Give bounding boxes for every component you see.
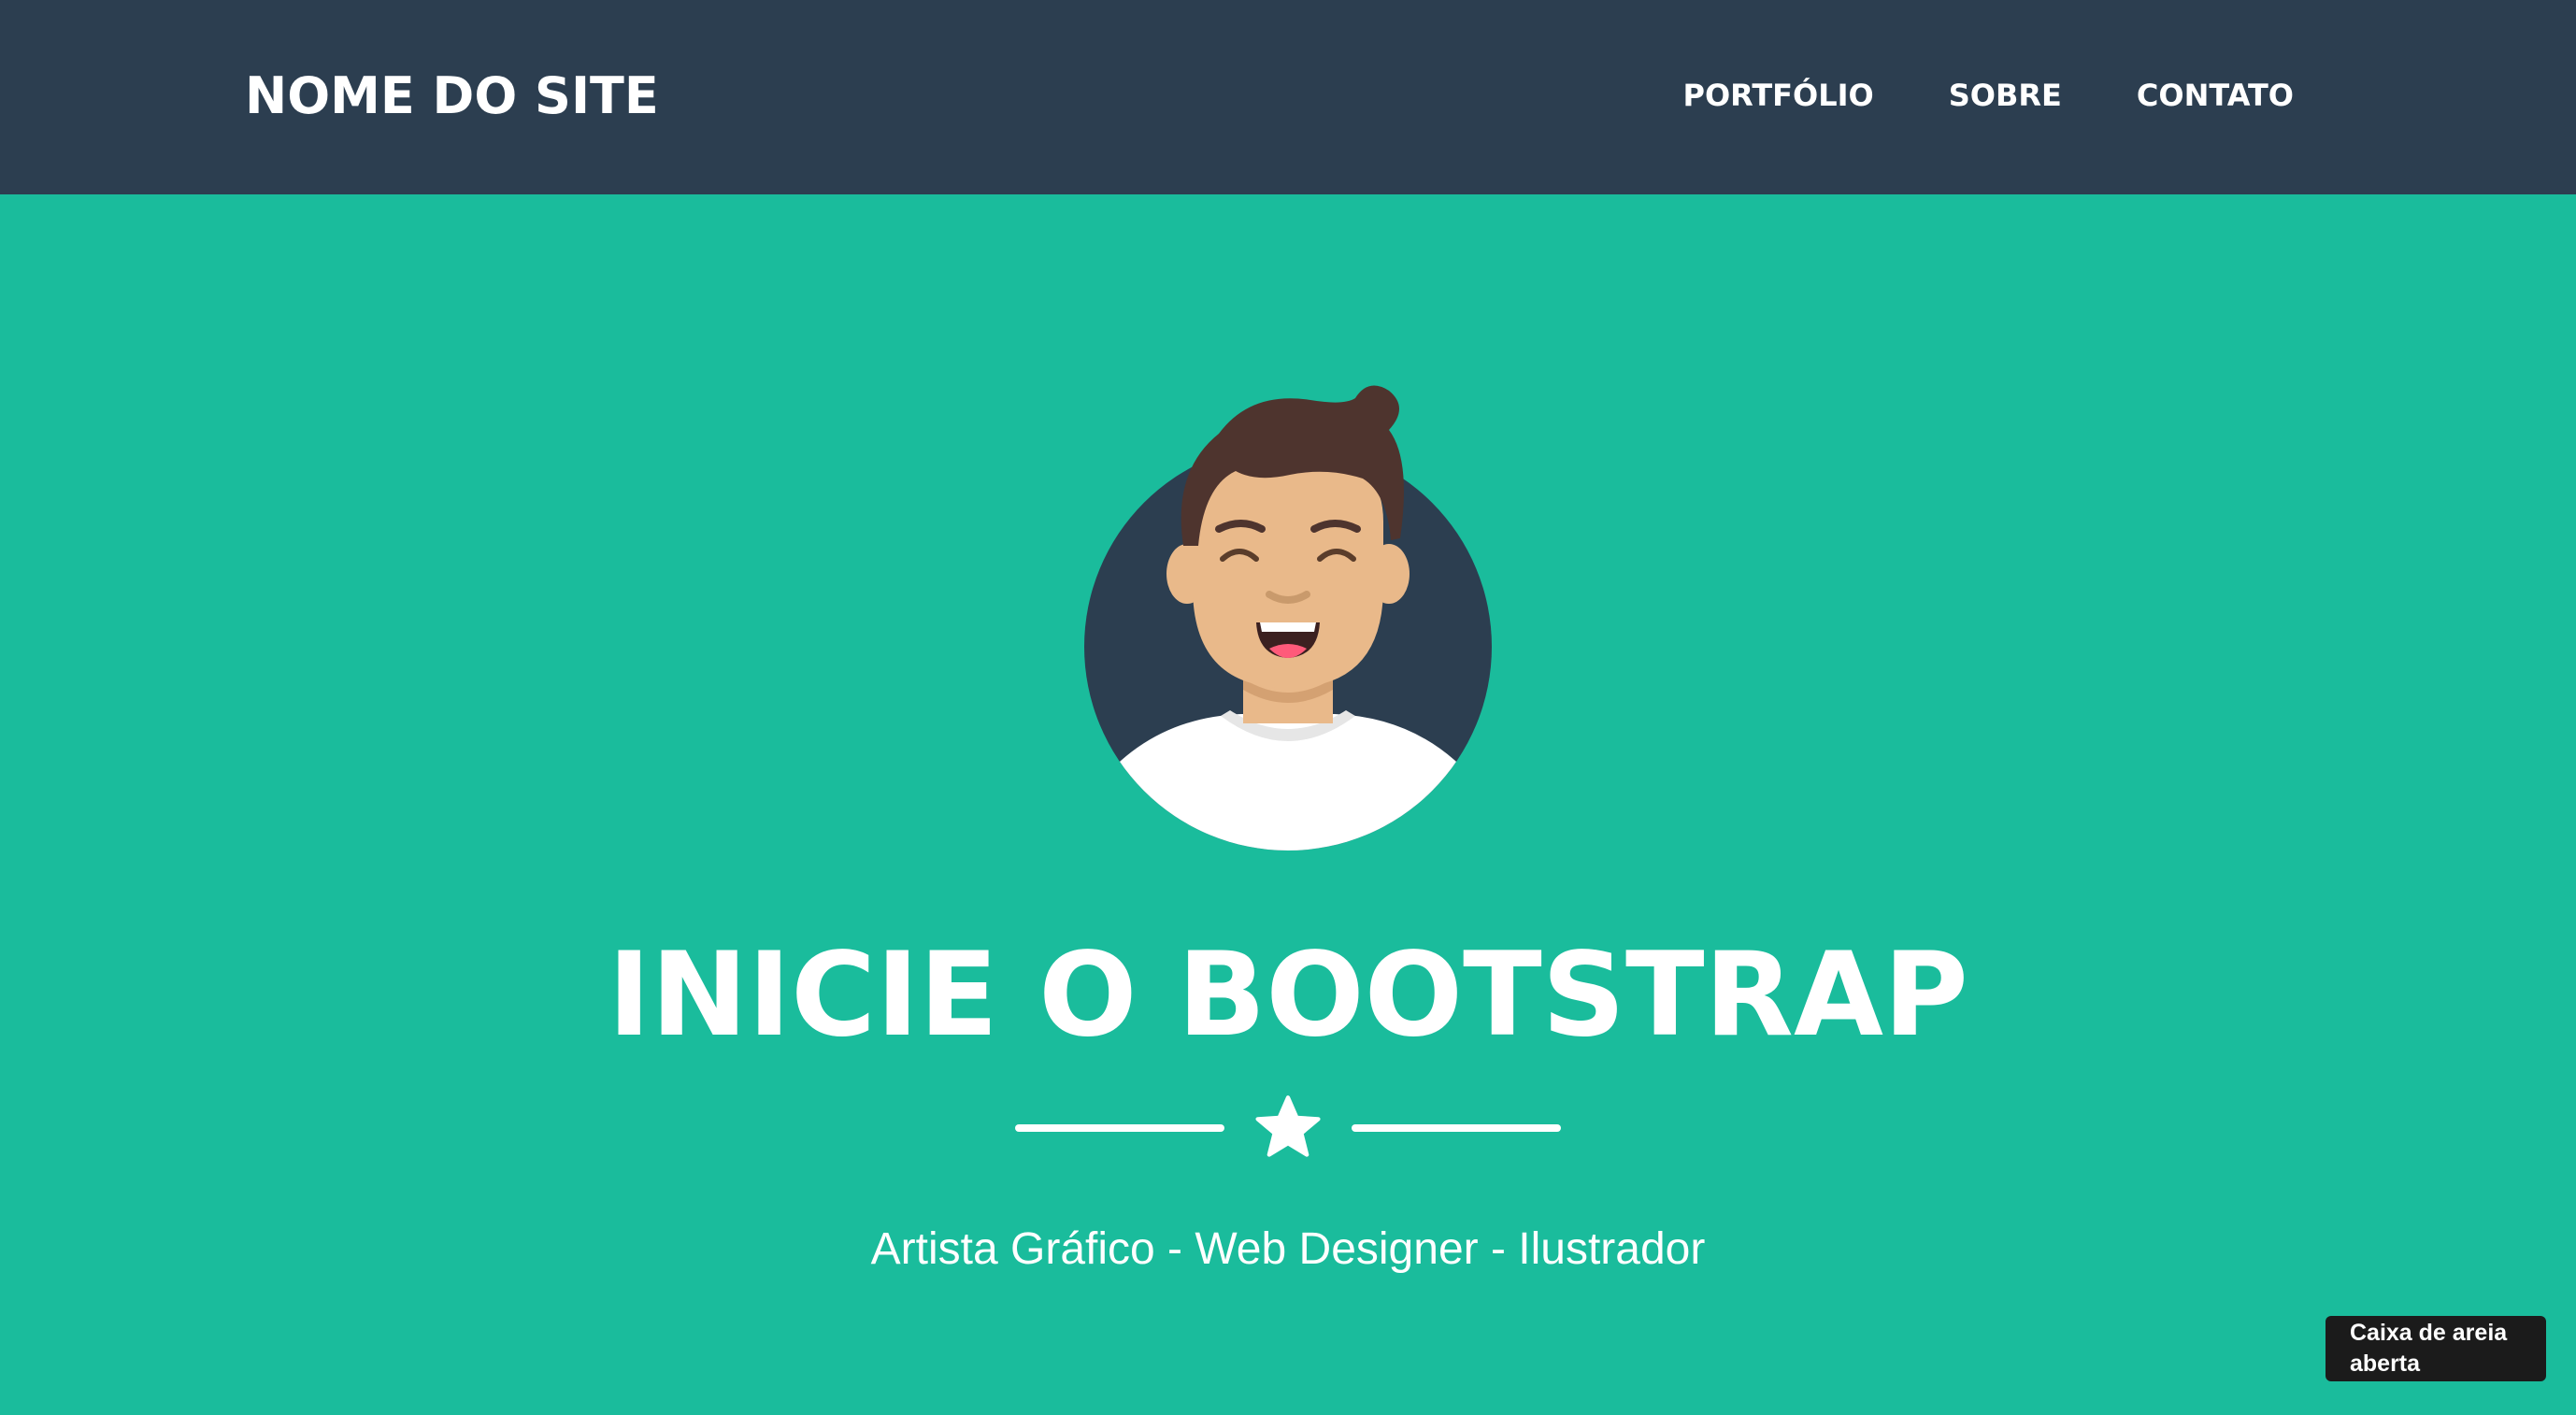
divider-line-right xyxy=(1352,1124,1561,1132)
divider xyxy=(1015,1093,1561,1159)
nav-link-about[interactable]: SOBRE xyxy=(1949,75,2062,116)
nav-links: PORTFÓLIO SOBRE CONTATO xyxy=(1682,75,2294,116)
avatar-icon xyxy=(1084,385,1492,850)
star-icon xyxy=(1255,1095,1321,1157)
masthead-subheading: Artista Gráfico - Web Designer - Ilustra… xyxy=(870,1224,1706,1274)
divider-line-left xyxy=(1015,1124,1224,1132)
site-brand-link[interactable]: NOME DO SITE xyxy=(245,64,659,129)
nav-link-contact[interactable]: CONTATO xyxy=(2137,75,2294,116)
navbar: NOME DO SITE PORTFÓLIO SOBRE CONTATO xyxy=(0,0,2576,194)
masthead-heading: INICIE O BOOTSTRAP xyxy=(608,928,1968,1063)
sandbox-badge: Caixa de areia aberta xyxy=(2326,1316,2546,1381)
nav-link-portfolio[interactable]: PORTFÓLIO xyxy=(1682,75,1873,116)
